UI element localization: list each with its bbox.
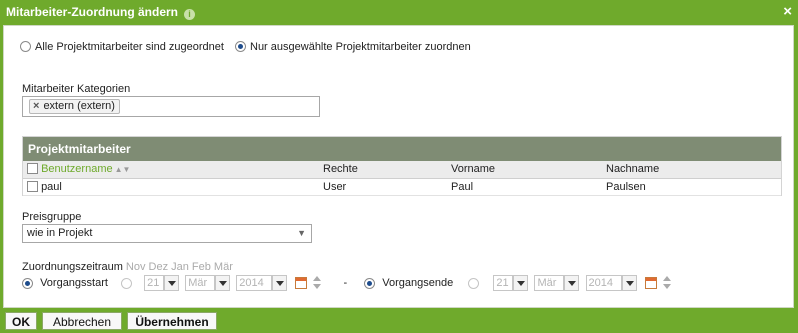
stepper-icon[interactable] xyxy=(313,276,322,290)
chevron-down-icon: ▼ xyxy=(297,228,306,238)
radio-start-process[interactable] xyxy=(22,277,33,289)
project-staff-panel: Projektmitarbeiter Benutzername ▲▼ Rechte… xyxy=(22,136,782,196)
price-group-value: wie in Projekt xyxy=(27,227,93,239)
info-icon[interactable]: i xyxy=(184,9,195,20)
start-day-select[interactable]: 21 xyxy=(144,275,165,291)
start-month-dropdown-button[interactable] xyxy=(215,275,231,291)
assignment-options: Alle Projektmitarbeiter sind zugeordnet … xyxy=(20,41,479,53)
dialog-title-text: Mitarbeiter-Zuordnung ändern xyxy=(6,5,178,19)
start-year-dropdown-button[interactable] xyxy=(272,275,288,291)
radio-selected-staff-label[interactable]: Nur ausgewählte Projektmitarbeiter zuord… xyxy=(250,41,471,53)
cell-first-name: Paul xyxy=(447,178,602,196)
remove-tag-icon[interactable]: × xyxy=(33,100,39,112)
apply-button[interactable]: Übernehmen xyxy=(127,312,217,330)
table-header-row: Benutzername ▲▼ Rechte Vorname Nachname xyxy=(23,161,781,179)
start-day-dropdown-button[interactable] xyxy=(164,275,180,291)
end-year-dropdown-button[interactable] xyxy=(621,275,637,291)
end-year-select[interactable]: 2014 xyxy=(585,275,622,291)
cell-last-name: Paulsen xyxy=(602,178,781,196)
start-month-select[interactable]: Mär xyxy=(185,275,216,291)
start-year-select[interactable]: 2014 xyxy=(236,275,273,291)
column-username: Benutzername ▲▼ xyxy=(23,161,319,179)
project-staff-table: Benutzername ▲▼ Rechte Vorname Nachname p… xyxy=(23,161,781,196)
dialog-footer: OK Abbrechen Übernehmen xyxy=(0,308,798,333)
end-month-dropdown-button[interactable] xyxy=(564,275,580,291)
category-tag: × extern (extern) xyxy=(29,99,120,114)
close-icon[interactable]: × xyxy=(783,3,792,20)
radio-all-staff[interactable] xyxy=(20,41,31,52)
dialog-titlebar: Mitarbeiter-Zuordnung ändern i × xyxy=(0,0,798,25)
row-checkbox[interactable] xyxy=(27,180,38,192)
period-separator: - xyxy=(343,277,348,289)
sort-username-link[interactable]: Benutzername xyxy=(41,163,113,175)
period-label-text: Zuordnungszeitraum xyxy=(22,261,123,273)
project-staff-title: Projektmitarbeiter xyxy=(23,137,781,161)
end-day-select[interactable]: 21 xyxy=(493,275,514,291)
category-tag-label: extern (extern) xyxy=(43,100,115,112)
assignment-dialog: Mitarbeiter-Zuordnung ändern i × Alle Pro… xyxy=(0,0,798,333)
column-first-name: Vorname xyxy=(447,161,602,179)
cancel-button[interactable]: Abbrechen xyxy=(42,312,122,330)
price-group-label: Preisgruppe xyxy=(22,211,82,223)
stepper-icon[interactable] xyxy=(662,276,672,290)
categories-label: Mitarbeiter Kategorien xyxy=(22,83,131,95)
categories-input[interactable]: × extern (extern) xyxy=(22,96,320,117)
cell-rights: User xyxy=(319,178,447,196)
column-last-name: Nachname xyxy=(602,161,781,179)
column-rights: Rechte xyxy=(319,161,447,179)
ok-button[interactable]: OK xyxy=(5,312,37,330)
sort-icon[interactable]: ▲▼ xyxy=(115,165,131,174)
price-group-select[interactable]: wie in Projekt ▼ xyxy=(22,224,312,243)
username-text: paul xyxy=(41,180,62,193)
period-row: Vorgangsstart 21 Mär 2014 - Vorgangsende… xyxy=(22,275,672,295)
radio-start-date[interactable] xyxy=(121,277,132,289)
end-month-select[interactable]: Mär xyxy=(534,275,565,291)
end-day-dropdown-button[interactable] xyxy=(513,275,529,291)
radio-all-staff-label[interactable]: Alle Projektmitarbeiter sind zugeordnet xyxy=(35,41,224,53)
radio-end-process-label[interactable]: Vorgangsende xyxy=(382,277,453,289)
month-hint: Nov Dez Jan Feb Mär xyxy=(125,261,233,273)
calendar-icon[interactable] xyxy=(295,277,308,289)
period-label: Zuordnungszeitraum Nov Dez Jan Feb Mär xyxy=(22,261,233,273)
table-row[interactable]: paul User Paul Paulsen xyxy=(23,178,781,196)
dialog-content: Alle Projektmitarbeiter sind zugeordnet … xyxy=(3,25,794,308)
radio-start-process-label[interactable]: Vorgangsstart xyxy=(40,277,108,289)
radio-end-process[interactable] xyxy=(364,277,376,289)
radio-selected-staff[interactable] xyxy=(235,41,246,52)
cell-username: paul xyxy=(23,178,319,196)
radio-end-date[interactable] xyxy=(468,277,480,289)
select-all-checkbox[interactable] xyxy=(27,163,38,175)
calendar-icon[interactable] xyxy=(644,277,657,289)
dialog-title: Mitarbeiter-Zuordnung ändern i xyxy=(6,5,195,20)
